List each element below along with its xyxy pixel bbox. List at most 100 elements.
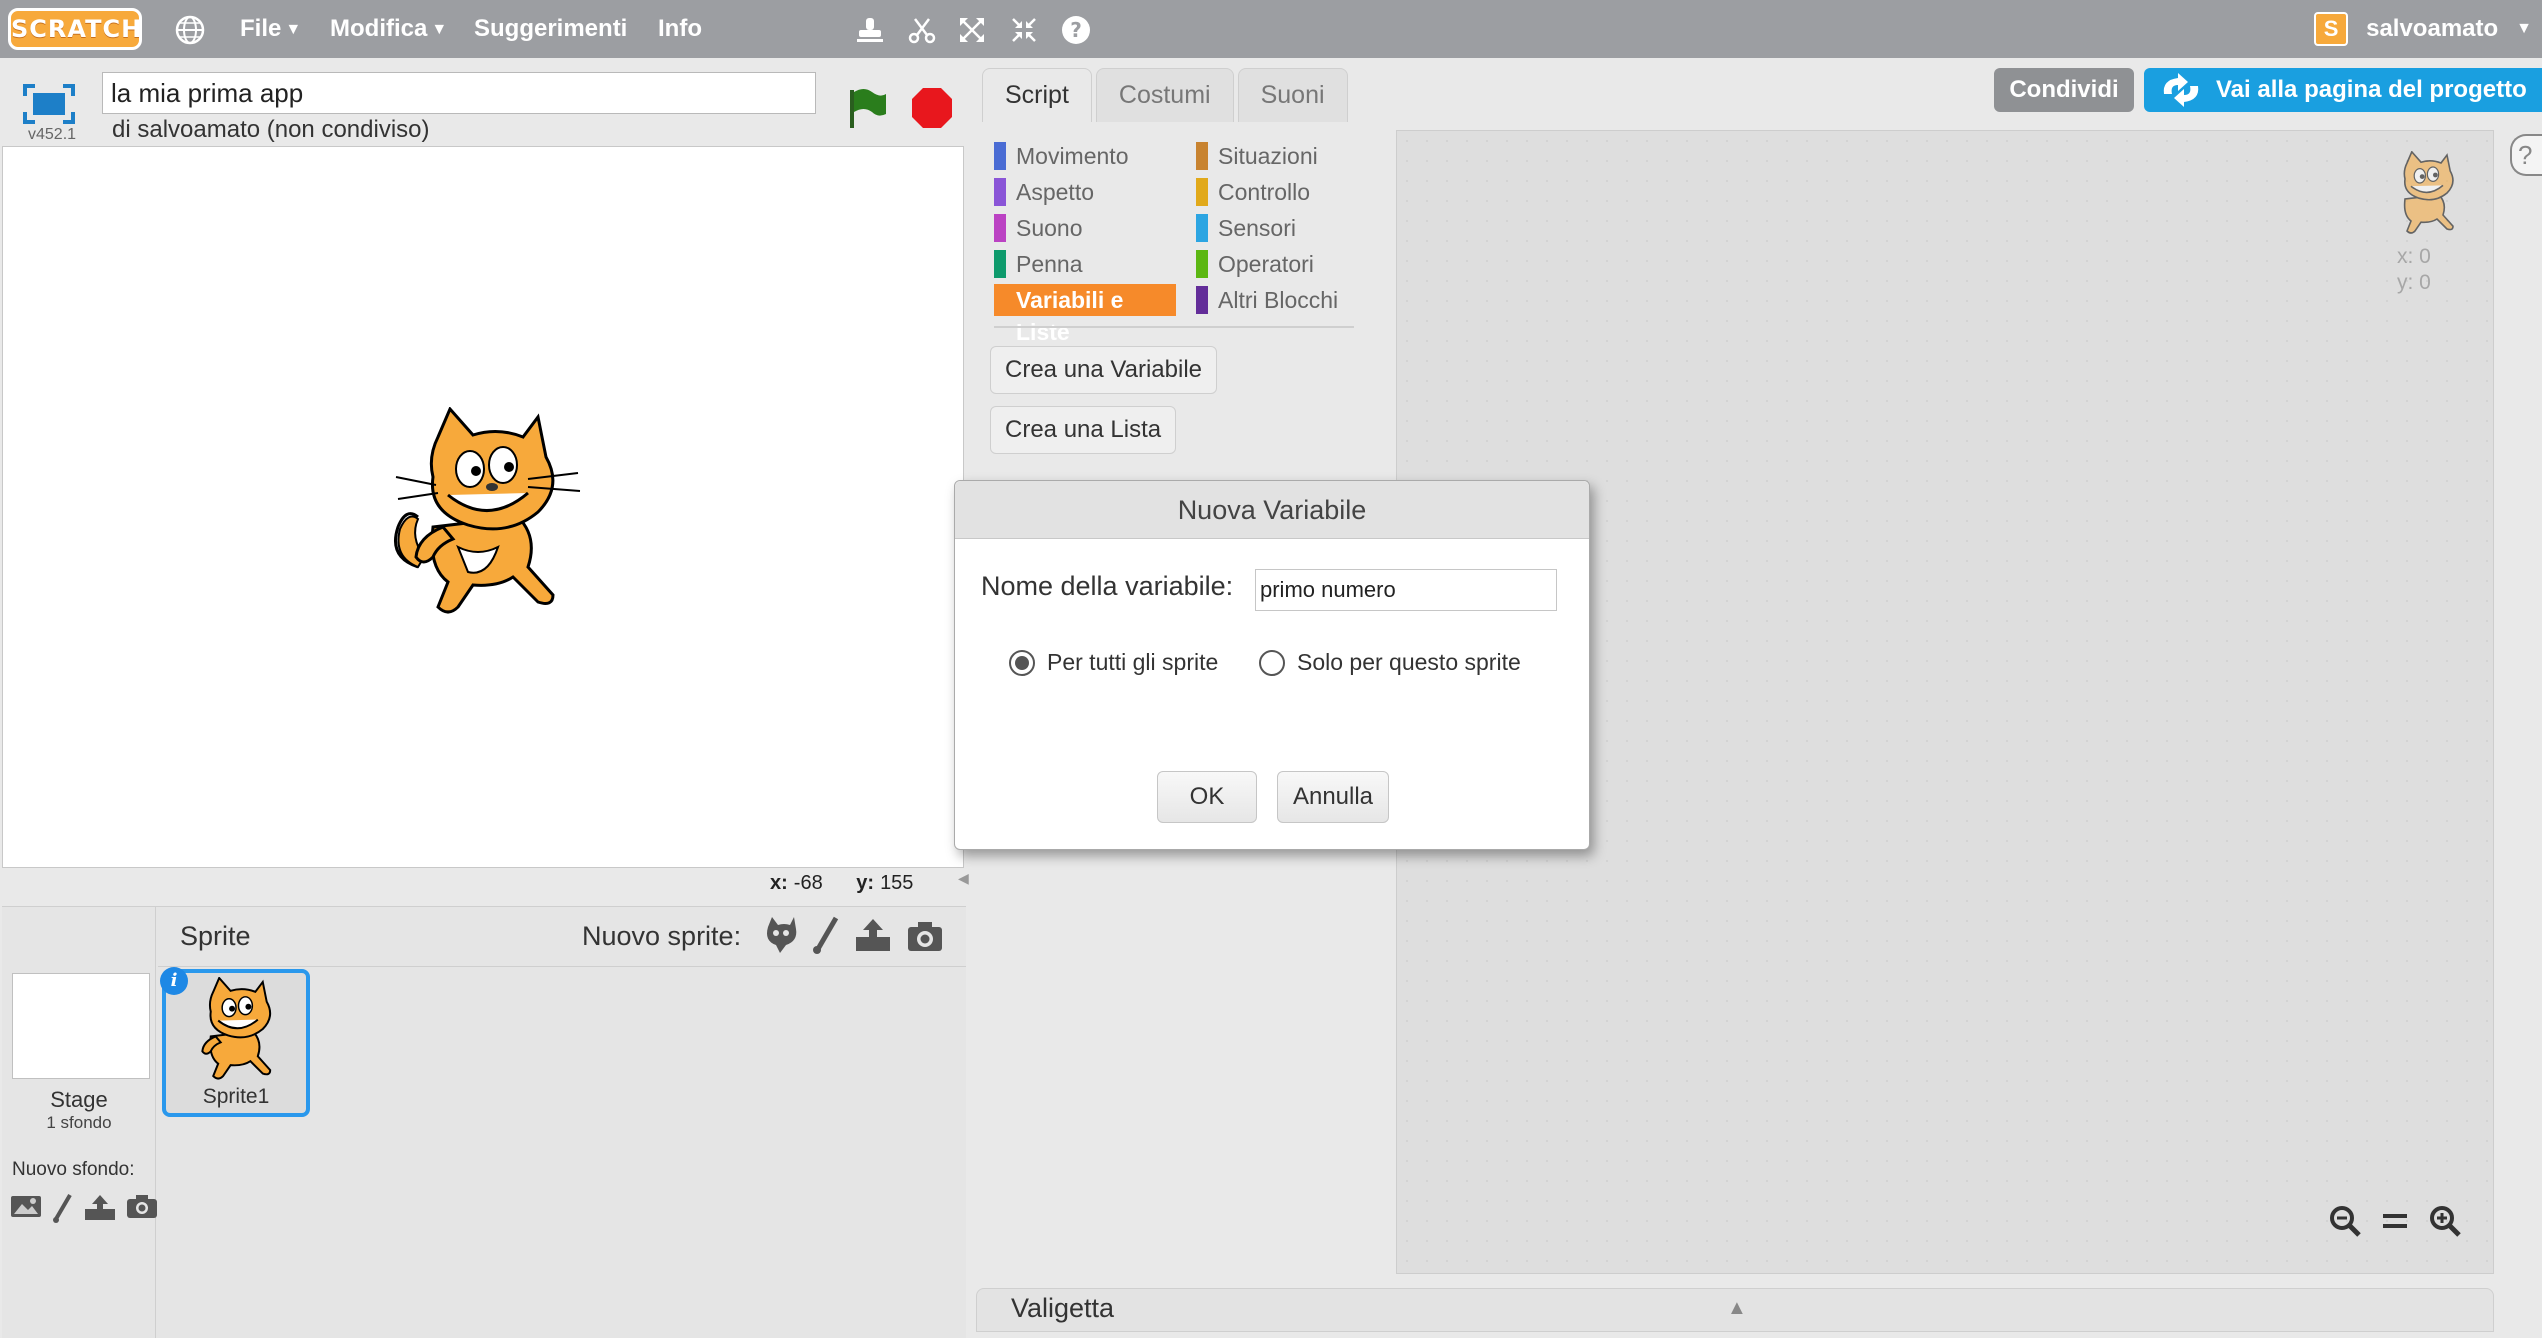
expand-up-icon[interactable]: ▲ bbox=[1727, 1297, 1747, 1320]
upload-sprite-icon[interactable] bbox=[854, 915, 892, 955]
radio-all-sprites[interactable] bbox=[1009, 649, 1035, 676]
svg-text:?: ? bbox=[1070, 18, 1082, 42]
menu-file[interactable]: File ▼ bbox=[240, 0, 301, 58]
option-all-sprites-label: Per tutti gli sprite bbox=[1047, 649, 1219, 675]
backdrop-library-image-icon[interactable] bbox=[10, 1193, 42, 1219]
editor-tabs: Script Costumi Suoni bbox=[982, 68, 1352, 122]
backpack-panel[interactable]: Valigetta ▲ bbox=[976, 1288, 2494, 1332]
stage-canvas[interactable] bbox=[2, 146, 964, 868]
camera-icon[interactable] bbox=[126, 1193, 158, 1219]
category-events[interactable]: Situazioni bbox=[1196, 140, 1318, 172]
collapse-stage-icon[interactable]: ◀ bbox=[958, 870, 976, 900]
grow-arrows-icon[interactable] bbox=[956, 14, 988, 46]
category-more-blocks[interactable]: Altri Blocchi bbox=[1196, 284, 1338, 316]
sprite-thumbnail-cat bbox=[201, 977, 272, 1080]
green-flag-icon bbox=[850, 89, 886, 128]
option-this-sprite-only[interactable]: Solo per questo sprite bbox=[1259, 649, 1521, 676]
stage-header: v452.1 di salvoamato (non condiviso) bbox=[0, 68, 966, 146]
zoom-out-button[interactable] bbox=[2325, 1201, 2365, 1241]
mouse-coordinates: x: -68 y: 155 bbox=[770, 872, 941, 895]
sprite-library-icon[interactable] bbox=[762, 915, 798, 955]
version-label: v452.1 bbox=[28, 126, 77, 143]
top-menu-bar: SCRATCH File ▼ Modifica ▼ Suggerimenti Inf… bbox=[0, 0, 2542, 58]
cut-scissors-icon[interactable] bbox=[906, 14, 938, 46]
fullscreen-icon bbox=[23, 84, 75, 124]
radio-this-sprite-only[interactable] bbox=[1259, 649, 1285, 676]
option-all-sprites[interactable]: Per tutti gli sprite bbox=[1009, 649, 1218, 676]
category-operators[interactable]: Operatori bbox=[1196, 248, 1314, 280]
new-variable-dialog: Nuova Variabile Nome della variabile: Pe… bbox=[954, 480, 1590, 850]
category-sensing[interactable]: Sensori bbox=[1196, 212, 1296, 244]
variable-name-input[interactable] bbox=[1255, 569, 1557, 611]
chevron-down-icon: ▼ bbox=[2516, 20, 2532, 37]
category-pen[interactable]: Penna bbox=[994, 248, 1083, 280]
zoom-out-icon bbox=[2330, 1206, 2361, 1237]
fullscreen-button[interactable] bbox=[18, 82, 80, 128]
category-looks[interactable]: Aspetto bbox=[994, 176, 1094, 208]
green-flag-button[interactable] bbox=[844, 86, 890, 132]
language-globe-icon[interactable] bbox=[174, 14, 206, 46]
sprites-header-label: Sprite bbox=[180, 921, 251, 951]
username: salvoamato bbox=[2366, 15, 2499, 42]
see-project-page-label: Vai alla pagina del progetto bbox=[2216, 76, 2527, 103]
user-avatar: S bbox=[2314, 12, 2349, 46]
chevron-down-icon: ▼ bbox=[285, 20, 302, 38]
sprite-pane: Stage 1 sfondo Nuovo sfondo: Sprite Nuov… bbox=[2, 906, 966, 1338]
scratch-logo[interactable]: SCRATCH bbox=[8, 8, 142, 50]
help-tab-button[interactable]: ? bbox=[2510, 134, 2542, 176]
stage-thumbnail[interactable] bbox=[12, 973, 150, 1079]
zoom-reset-equals-icon bbox=[2383, 1214, 2407, 1228]
category-control[interactable]: Controllo bbox=[1196, 176, 1310, 208]
help-question-icon[interactable]: ? bbox=[1060, 14, 1092, 46]
duplicate-stamp-icon[interactable] bbox=[854, 14, 886, 46]
new-backdrop-label: Nuovo sfondo: bbox=[12, 1159, 135, 1180]
sprite-info-icon[interactable]: i bbox=[160, 967, 188, 995]
backpack-label: Valigetta bbox=[1011, 1293, 1115, 1323]
see-project-page-button[interactable]: Vai alla pagina del progetto bbox=[2144, 68, 2542, 112]
dialog-title[interactable]: Nuova Variabile bbox=[955, 481, 1589, 539]
tab-sounds[interactable]: Suoni bbox=[1237, 68, 1348, 122]
project-title-input[interactable] bbox=[102, 72, 816, 114]
menu-edit[interactable]: Modifica ▼ bbox=[330, 0, 447, 58]
sprite-name: Sprite1 bbox=[202, 1085, 270, 1108]
paint-brush-icon[interactable] bbox=[52, 1193, 74, 1223]
project-owner: di salvoamato (non condiviso) bbox=[112, 116, 430, 143]
new-sprite-tools bbox=[762, 915, 944, 955]
category-sound[interactable]: Suono bbox=[994, 212, 1083, 244]
x-coordinate-value: -68 bbox=[793, 872, 823, 894]
user-menu[interactable]: S salvoamato ▼ bbox=[2314, 0, 2532, 58]
cancel-button[interactable]: Annulla bbox=[1277, 771, 1389, 823]
category-variables-lists[interactable]: Variabili e Liste bbox=[994, 284, 1176, 345]
menu-tips[interactable]: Suggerimenti bbox=[474, 0, 627, 58]
camera-sprite-icon[interactable] bbox=[906, 915, 944, 955]
zoom-reset-button[interactable] bbox=[2375, 1201, 2415, 1241]
menu-file-label: File bbox=[240, 15, 282, 42]
current-sprite-cat-icon bbox=[2403, 151, 2454, 234]
y-coordinate-value: 155 bbox=[880, 872, 914, 894]
shrink-arrows-icon[interactable] bbox=[1008, 14, 1040, 46]
menu-about[interactable]: Info bbox=[658, 0, 702, 58]
upload-icon[interactable] bbox=[84, 1193, 116, 1221]
stage-backdrop-count: 1 sfondo bbox=[46, 1113, 112, 1132]
new-backdrop-tools bbox=[10, 1193, 158, 1223]
project-page-arrows-icon bbox=[2163, 73, 2199, 107]
paint-new-sprite-icon[interactable] bbox=[812, 915, 840, 955]
sprite-tile[interactable]: i Sprite1 bbox=[160, 967, 310, 1117]
make-variable-button[interactable]: Crea una Variabile bbox=[990, 346, 1218, 394]
menu-edit-label: Modifica bbox=[330, 15, 428, 42]
x-coordinate-label: x: bbox=[770, 872, 788, 894]
tab-scripts[interactable]: Script bbox=[982, 68, 1092, 122]
sprite-y-position: y: 0 bbox=[2397, 271, 2431, 294]
chevron-down-icon: ▼ bbox=[431, 20, 448, 38]
stop-octagon-icon bbox=[912, 88, 952, 128]
ok-button[interactable]: OK bbox=[1157, 771, 1257, 823]
sprite-x-position: x: 0 bbox=[2397, 245, 2431, 268]
share-button[interactable]: Condividi bbox=[1994, 68, 2134, 112]
zoom-in-icon bbox=[2430, 1206, 2461, 1237]
scratch-cat-sprite[interactable] bbox=[388, 407, 588, 617]
stop-button[interactable] bbox=[910, 86, 954, 130]
make-list-button[interactable]: Crea una Lista bbox=[990, 406, 1177, 454]
category-motion[interactable]: Movimento bbox=[994, 140, 1128, 172]
tab-costumes[interactable]: Costumi bbox=[1095, 68, 1234, 122]
zoom-in-button[interactable] bbox=[2425, 1201, 2465, 1241]
